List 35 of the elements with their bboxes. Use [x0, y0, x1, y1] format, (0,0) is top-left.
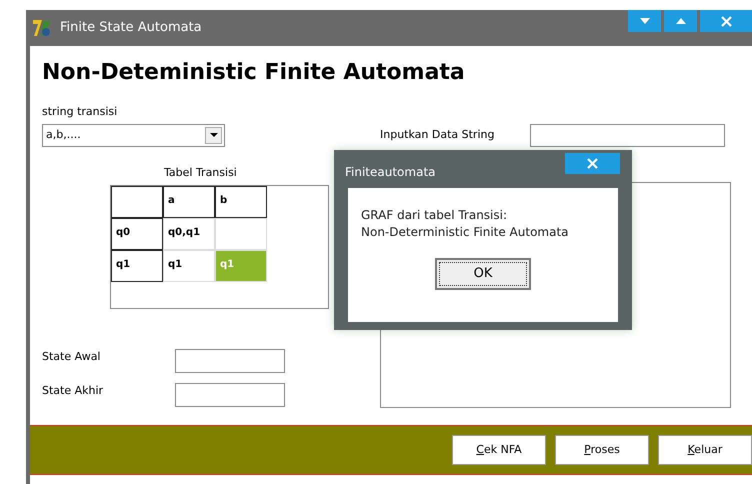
table-cell: q0 — [111, 218, 163, 250]
close-button[interactable] — [700, 10, 752, 32]
dropdown-arrow-button[interactable] — [205, 126, 222, 144]
caret-up-icon — [676, 18, 686, 24]
dropdown-value: a,b,.... — [46, 126, 82, 143]
dialog-title: Finiteautomata — [345, 164, 436, 181]
action-button[interactable]: Keluar — [658, 435, 752, 465]
close-button[interactable] — [565, 153, 620, 174]
input-string-field[interactable] — [530, 124, 725, 147]
minimize-button[interactable] — [628, 10, 661, 32]
caret-down-icon — [640, 18, 650, 24]
caret-down-icon — [210, 133, 218, 137]
state-akhir-field[interactable] — [175, 383, 285, 407]
app-logo-icon — [32, 18, 52, 38]
table-cell: q1 — [111, 250, 163, 282]
field-label: State Akhir — [42, 382, 104, 399]
dialog-message: GRAF dari tabel Transisi: Non-Deterministic Finite Automata — [361, 207, 570, 241]
table-cell: b — [215, 186, 267, 218]
page-heading: Non-Deteministic Finite Automata — [42, 59, 465, 87]
close-icon — [720, 16, 732, 26]
table-cell: a — [163, 186, 215, 218]
window-title: Finite State Automata — [60, 19, 202, 38]
maximize-button[interactable] — [664, 10, 697, 32]
ok-button[interactable]: OK — [435, 258, 531, 290]
field-label: Inputkan Data String — [380, 127, 496, 144]
table-cell: q1 — [163, 250, 215, 282]
state-awal-field[interactable] — [175, 349, 285, 373]
action-button[interactable]: Cek NFA — [452, 435, 546, 465]
table-cell: q0,q1 — [163, 218, 215, 250]
close-icon — [587, 158, 598, 169]
field-label: State Awal — [42, 348, 102, 365]
field-label: string transisi — [42, 104, 118, 120]
action-button[interactable]: Proses — [555, 435, 649, 465]
table-cell: q1 — [215, 250, 267, 282]
string-dropdown[interactable]: a,b,.... — [42, 124, 225, 146]
